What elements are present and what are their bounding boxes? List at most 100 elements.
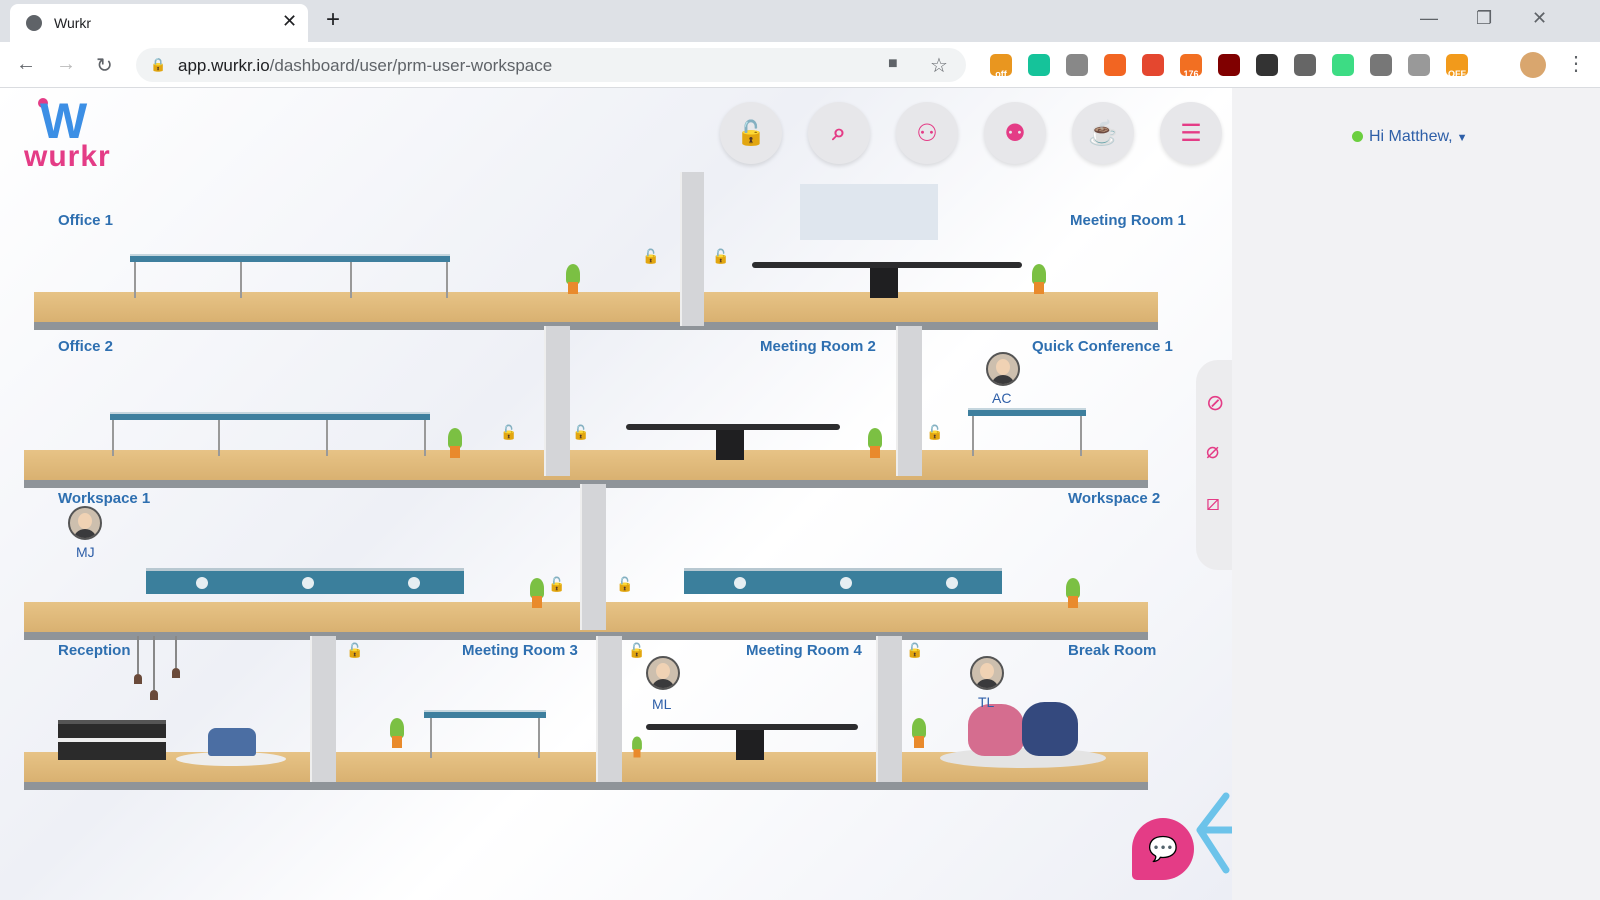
chat-button[interactable]: 💬 bbox=[1132, 818, 1194, 880]
room-label-meeting4[interactable]: Meeting Room 4 bbox=[746, 642, 862, 659]
lighthouse-icon[interactable] bbox=[1142, 54, 1164, 76]
lock-icon[interactable]: 🔓 bbox=[906, 642, 923, 659]
room-label-office1[interactable]: Office 1 bbox=[58, 212, 113, 229]
mic-off-icon[interactable]: ⌀ bbox=[1206, 438, 1219, 464]
desk-leg bbox=[134, 262, 136, 298]
user-greeting[interactable]: Hi Matthew, ▼ bbox=[1352, 128, 1467, 146]
coffee-icon: ☕ bbox=[1088, 119, 1118, 147]
forward-icon[interactable]: → bbox=[56, 53, 76, 76]
coupon-icon[interactable]: off bbox=[990, 54, 1012, 79]
browser-menu-icon[interactable]: ⋮ bbox=[1566, 51, 1586, 76]
rocket-icon[interactable] bbox=[1294, 54, 1316, 76]
wall-divider bbox=[876, 636, 902, 782]
lock-icon[interactable]: 🔓 bbox=[346, 642, 363, 659]
briefcase-icon[interactable] bbox=[1408, 54, 1430, 76]
plant bbox=[1030, 264, 1048, 294]
tab-title: Wurkr bbox=[54, 15, 92, 31]
coffee-button[interactable]: ☕ bbox=[1072, 102, 1134, 164]
user-avatar-ac[interactable] bbox=[986, 352, 1020, 386]
rug bbox=[940, 748, 1106, 768]
globe-icon bbox=[26, 15, 42, 31]
lock-icon: 🔒 bbox=[150, 57, 167, 72]
drive-icon[interactable] bbox=[1370, 54, 1392, 76]
room-label-office2[interactable]: Office 2 bbox=[58, 338, 113, 355]
user-initials-ml: ML bbox=[652, 696, 672, 712]
bench-seat bbox=[408, 577, 420, 589]
room-label-meeting1[interactable]: Meeting Room 1 bbox=[1070, 212, 1186, 229]
lock-icon[interactable]: 🔓 bbox=[628, 642, 645, 659]
extension-badge: OFF bbox=[1448, 69, 1466, 79]
app-page: W wurkr 🔓 ⌕ ⚇ ⚉ ☕ ☰ Office 1 Meeting Roo… bbox=[0, 88, 1600, 900]
clipboard-icon[interactable] bbox=[1066, 54, 1088, 76]
plant bbox=[388, 718, 406, 748]
unlock-button[interactable]: 🔓 bbox=[720, 102, 782, 164]
desk bbox=[968, 408, 1086, 416]
room-label-breakroom[interactable]: Break Room bbox=[1068, 642, 1156, 659]
bookmark-star-icon[interactable]: ☆ bbox=[930, 53, 948, 78]
user-avatar-mj[interactable] bbox=[68, 506, 102, 540]
table-pedestal bbox=[716, 430, 744, 460]
ublock-icon[interactable] bbox=[1218, 54, 1240, 76]
lock-icon[interactable]: 🔓 bbox=[712, 248, 729, 265]
camera-icon[interactable]: ■ bbox=[888, 55, 898, 73]
menu-button[interactable]: ☰ bbox=[1160, 102, 1222, 164]
fox-icon[interactable] bbox=[1104, 54, 1126, 76]
video-off-icon[interactable]: ⊘ bbox=[1206, 390, 1224, 416]
wurkr-logo[interactable]: W wurkr bbox=[24, 93, 116, 176]
room-label-quick1[interactable]: Quick Conference 1 bbox=[1032, 338, 1173, 355]
search-button[interactable]: ⌕ bbox=[808, 102, 870, 164]
room-label-workspace1[interactable]: Workspace 1 bbox=[58, 490, 150, 507]
lock-icon[interactable]: 🔓 bbox=[616, 576, 633, 593]
new-tab-button[interactable]: + bbox=[326, 6, 340, 34]
lock-icon[interactable]: 🔓 bbox=[548, 576, 565, 593]
address-bar[interactable]: 🔒 app.wurkr.io/dashboard/user/prm-user-w… bbox=[136, 48, 966, 82]
wall-divider bbox=[310, 636, 336, 782]
lock-icon[interactable]: 🔓 bbox=[642, 248, 659, 265]
wall-divider bbox=[596, 636, 622, 782]
minimize-button[interactable]: — bbox=[1420, 8, 1438, 29]
lock-icon[interactable]: 🔓 bbox=[926, 424, 943, 441]
user-avatar-ml[interactable] bbox=[646, 656, 680, 690]
browser-tab-bar: Wurkr ✕ + — ❐ ✕ bbox=[0, 0, 1600, 42]
browser-tab[interactable]: Wurkr ✕ bbox=[10, 4, 308, 42]
room-label-workspace2[interactable]: Workspace 2 bbox=[1068, 490, 1160, 507]
bench-seat bbox=[840, 577, 852, 589]
greeting-text: Hi Matthew, bbox=[1369, 128, 1453, 145]
bean-bag-blue bbox=[1022, 702, 1078, 756]
lock-icon[interactable]: 🔓 bbox=[500, 424, 517, 441]
tab-close-icon[interactable]: ✕ bbox=[282, 11, 297, 32]
room-label-reception[interactable]: Reception bbox=[58, 642, 131, 659]
floor-row-1 bbox=[34, 292, 1158, 330]
user-avatar-tl[interactable] bbox=[970, 656, 1004, 690]
lock-icon[interactable]: 🔓 bbox=[572, 424, 589, 441]
reload-icon[interactable]: ↻ bbox=[96, 53, 113, 78]
mail-counter-icon[interactable]: 176 bbox=[1180, 54, 1202, 79]
wall-divider bbox=[896, 326, 922, 476]
back-icon[interactable]: ← bbox=[16, 53, 36, 76]
chat-icon: 💬 bbox=[1148, 835, 1178, 863]
bench-seat bbox=[196, 577, 208, 589]
android-icon[interactable] bbox=[1332, 54, 1354, 76]
profile-avatar[interactable] bbox=[1520, 52, 1546, 78]
chevron-down-icon: ▼ bbox=[1456, 132, 1468, 144]
add-user-button[interactable]: ⚇ bbox=[896, 102, 958, 164]
sale-icon[interactable]: OFF bbox=[1446, 54, 1468, 79]
desk-leg bbox=[350, 262, 352, 298]
logo-text: wurkr bbox=[24, 140, 111, 173]
whiteboard bbox=[800, 184, 938, 240]
plant bbox=[866, 428, 884, 458]
desk-leg bbox=[972, 416, 974, 456]
room-label-meeting2[interactable]: Meeting Room 2 bbox=[760, 338, 876, 355]
extension-badge: 176 bbox=[1183, 69, 1199, 79]
add-user-icon: ⚇ bbox=[916, 119, 938, 147]
room-label-meeting3[interactable]: Meeting Room 3 bbox=[462, 642, 578, 659]
close-window-button[interactable]: ✕ bbox=[1532, 8, 1547, 29]
wall-divider bbox=[544, 326, 570, 476]
grammarly-icon[interactable] bbox=[1028, 54, 1050, 76]
online-status-dot bbox=[1352, 131, 1363, 143]
restore-button[interactable]: ❐ bbox=[1476, 8, 1492, 29]
office-canvas: W wurkr 🔓 ⌕ ⚇ ⚉ ☕ ☰ Office 1 Meeting Roo… bbox=[0, 88, 1326, 900]
group-button[interactable]: ⚉ bbox=[984, 102, 1046, 164]
screen-share-off-icon[interactable]: ⧄ bbox=[1206, 490, 1220, 516]
monitor-icon[interactable] bbox=[1256, 54, 1278, 76]
